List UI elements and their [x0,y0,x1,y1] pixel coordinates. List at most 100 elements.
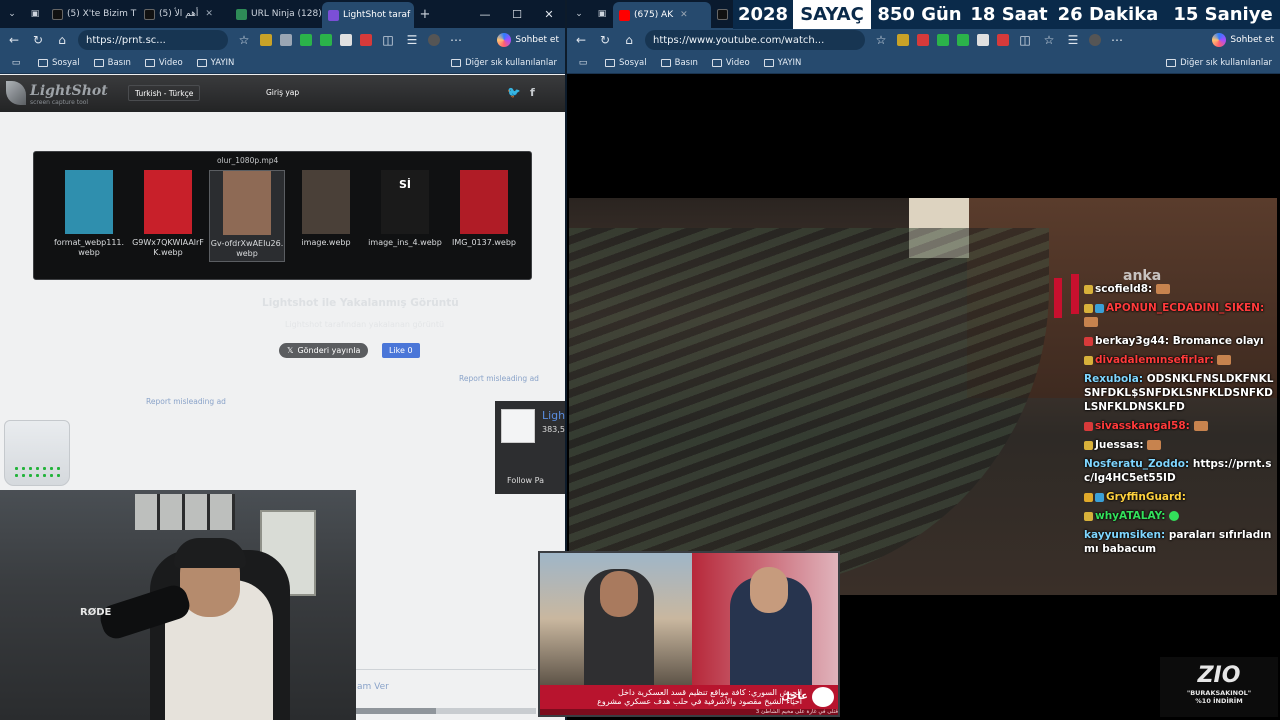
bookmark-yayin[interactable]: YAYIN [196,58,234,68]
bookmark-label: Diğer sık kullanılanlar [1180,57,1272,68]
file-thumbnail[interactable]: format_webp111.webp [51,170,127,262]
avatar[interactable] [428,34,440,46]
youtube-icon [619,9,630,21]
assembly-seating [569,228,1049,588]
favorite-star-icon[interactable]: ☆ [873,33,889,47]
extension-icon[interactable] [957,34,969,46]
close-button[interactable]: ✕ [533,0,565,28]
bookmark-basin[interactable]: Basın [93,58,131,68]
facebook-icon[interactable]: f [530,86,535,99]
avatar[interactable] [1089,34,1101,46]
split-screen-icon[interactable]: ◫ [380,33,396,47]
footer-divider [356,669,536,670]
tab-x-arabic[interactable]: (5) أهم الأ ✕ [138,3,230,25]
horizontal-scrollbar[interactable] [356,708,536,714]
badge-icon [1084,303,1093,313]
home-icon[interactable]: ⌂ [621,33,637,47]
lightshot-logo-icon [6,81,26,105]
bookmark-video[interactable]: Video [711,58,750,68]
copilot-chat-button[interactable]: Sohbet et [1212,33,1274,47]
address-bar[interactable]: https://prnt.sc... [78,30,228,50]
minimize-button[interactable]: — [469,0,501,28]
fb-page-title[interactable]: Ligh [542,409,565,422]
extension-icon[interactable] [280,34,292,46]
split-screen-icon[interactable]: ◫ [1017,33,1033,47]
bookmark-yayin[interactable]: YAYIN [763,58,801,68]
file-thumbnail[interactable]: G9Wx7QKWIAAlrFK.webp [130,170,206,262]
file-thumbnail[interactable]: image.webp [288,170,364,262]
lightshot-logo[interactable]: LightShot [30,83,108,99]
tab-x[interactable] [711,3,731,25]
reload-icon[interactable]: ↻ [597,33,613,47]
favorite-star-icon[interactable]: ☆ [236,33,252,47]
close-icon[interactable]: ✕ [205,9,213,19]
reload-icon[interactable]: ↻ [30,33,46,47]
extension-icon[interactable] [977,34,989,46]
extension-icon[interactable] [340,34,352,46]
extension-icon[interactable] [897,34,909,46]
chat-user: GryffinGuard: [1106,491,1186,503]
login-link[interactable]: Giriş yap [266,88,299,97]
chat-message: kayyumsiken: paraları sıfırladın mı baba… [1084,528,1274,556]
badge-icon [1084,336,1093,346]
extension-icon[interactable] [997,34,1009,46]
bookmark-other-favorites[interactable]: Diğer sık kullanılanlar [1166,58,1272,68]
bookmark-sosyal[interactable]: Sosyal [38,58,80,68]
file-preview-image [302,170,350,234]
bookmark-sosyal[interactable]: Sosyal [605,58,647,68]
collections-icon[interactable]: ☰ [404,33,420,47]
extension-icon[interactable] [917,34,929,46]
file-thumbnail[interactable]: IMG_0137.webp [446,170,522,262]
more-icon[interactable]: ⋯ [448,33,464,47]
file-caption: format_webp111.webp [53,238,125,257]
extension-icon[interactable] [320,34,332,46]
extension-icon[interactable] [260,34,272,46]
new-tab-button[interactable]: + [414,3,436,25]
address-bar[interactable]: https://www.youtube.com/watch... [645,30,865,50]
collections-icon[interactable]: ☰ [1065,33,1081,47]
scrollbar-thumb[interactable] [356,708,436,714]
chat-message: Juessas: [1084,438,1274,452]
favorites-icon[interactable]: ☆ [1041,33,1057,47]
bookmark-other-favorites[interactable]: Diğer sık kullanılanlar [451,58,557,68]
tab-lightshot[interactable]: LightShot taraf✕ [322,2,414,28]
sidebar-toggle-icon[interactable]: ▭ [575,58,591,68]
extension-icon[interactable] [300,34,312,46]
tab-list-chevron[interactable]: ⌄ [0,3,24,25]
chat-user: APONUN_ECDADINI_SIKEN: [1106,302,1265,314]
extension-icon[interactable] [360,34,372,46]
twitter-icon[interactable]: 🐦 [507,86,521,99]
bookmark-basin[interactable]: Basın [660,58,698,68]
tab-url-ninja[interactable]: URL Ninja (128)✕ [230,3,322,25]
back-icon[interactable]: ← [573,33,589,47]
workspaces-icon[interactable]: ▣ [24,3,46,25]
language-selector[interactable]: Turkish - Türkçe [128,85,201,101]
bookmark-video[interactable]: Video [144,58,183,68]
maximize-button[interactable]: ☐ [501,0,533,28]
footer-link[interactable]: am Ver [357,682,389,692]
streamer-cap [174,538,246,568]
tab-youtube[interactable]: (675) AK ✕ [613,2,711,28]
copilot-chat-button[interactable]: Sohbet et [497,33,559,47]
file-thumbnail[interactable]: Sİ image_ins_4.webp [367,170,443,262]
bookmark-label: Sosyal [619,57,647,68]
tab-list-chevron[interactable]: ⌄ [567,3,591,25]
extension-icon[interactable] [937,34,949,46]
close-icon[interactable]: ✕ [680,10,688,20]
tab-x-bizim[interactable]: (5) X'te Bizim T✕ [46,3,138,25]
fb-follow-button[interactable]: Follow Pa [507,476,544,485]
facebook-like-button[interactable]: Like 0 [382,343,420,358]
file-thumbnail-selected[interactable]: Gv-ofdrXwAEIu26.webp [209,170,285,262]
jar-contents [13,465,61,479]
chat-message: scofield8: [1084,282,1274,296]
home-icon[interactable]: ⌂ [54,33,70,47]
tweet-button[interactable]: 𝕏 Gönderi yayınla [279,343,369,358]
counter-days: 850 Gün [871,0,968,29]
copilot-icon [497,33,512,47]
more-icon[interactable]: ⋯ [1109,33,1125,47]
workspaces-icon[interactable]: ▣ [591,3,613,25]
back-icon[interactable]: ← [6,33,22,47]
report-ad-link[interactable]: Report misleading ad [146,397,226,406]
report-ad-link[interactable]: Report misleading ad [459,374,539,383]
sidebar-toggle-icon[interactable]: ▭ [8,58,24,68]
